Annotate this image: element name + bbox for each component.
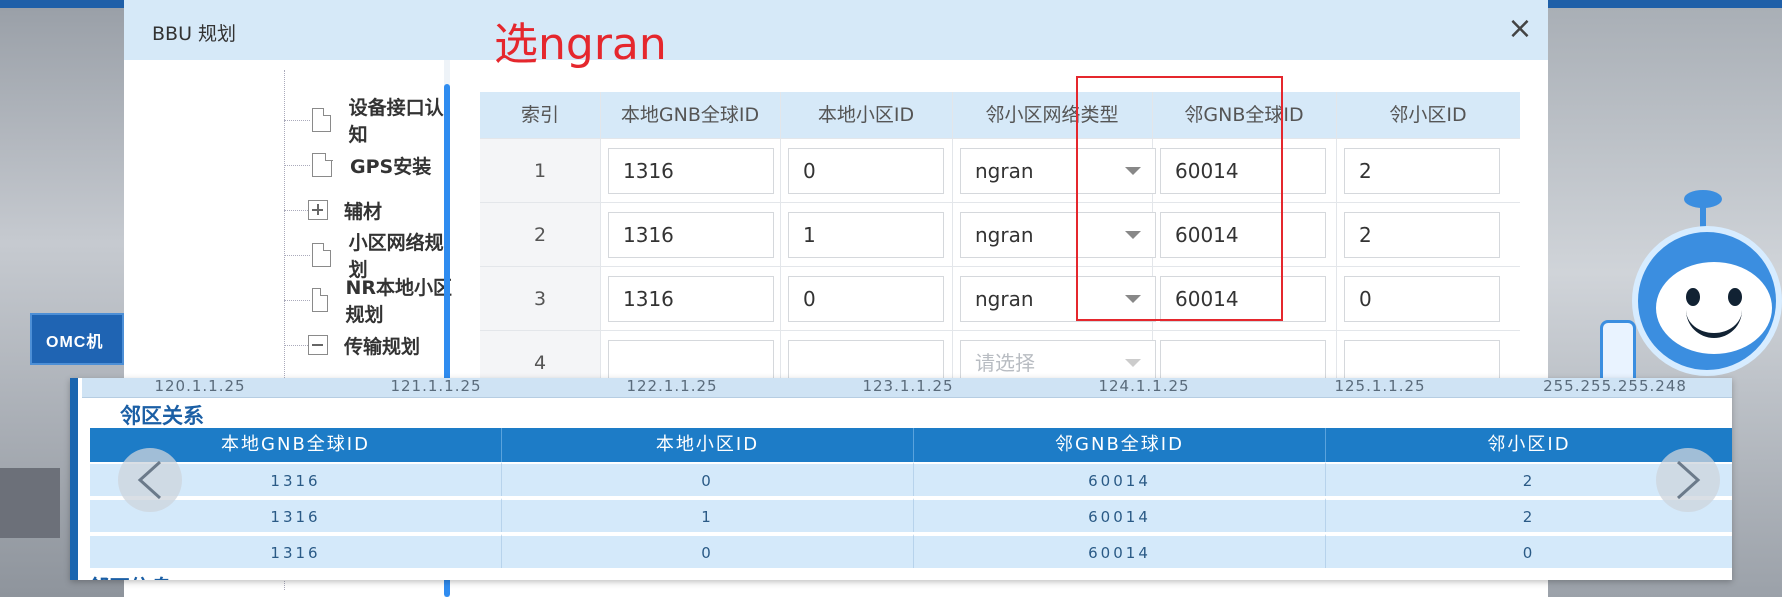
close-button[interactable]: × <box>1506 14 1534 44</box>
local-cell-input[interactable]: 0 <box>788 276 944 322</box>
table-cell: 1 <box>502 498 914 532</box>
tree-item-cell-network[interactable]: 小区网络规划 <box>312 232 454 281</box>
mascot-eye <box>1728 288 1742 306</box>
table-row: 2 1316 1 ngran 60014 2 <box>480 202 1520 267</box>
document-icon <box>312 287 328 312</box>
tree-item-nr-local-cell[interactable]: NR本地小区规划 <box>312 277 454 326</box>
local-gnb-input[interactable]: 1316 <box>608 148 774 194</box>
local-gnb-input[interactable]: 1316 <box>608 212 774 258</box>
column-header: 本地小区ID <box>817 104 915 126</box>
ip-cell: 255.255.255.248 <box>1543 378 1687 395</box>
column-header: 邻GNB全球ID <box>914 428 1326 462</box>
table-cell: 1316 <box>90 534 502 568</box>
tree-connector <box>284 120 310 121</box>
select-value: ngran <box>975 159 1034 183</box>
section-title-partial: 邻区信息 <box>88 572 172 580</box>
equipment-rack <box>0 468 60 538</box>
collapse-icon[interactable] <box>308 335 328 355</box>
table-cell: 0 <box>1326 534 1732 568</box>
ip-cell: 121.1.1.25 <box>390 378 482 395</box>
ip-address-row: 120.1.1.25 121.1.1.25 122.1.1.25 123.1.1… <box>82 378 1732 398</box>
table-cell: 0 <box>502 462 914 496</box>
dialog-title: BBU 规划 <box>152 23 237 45</box>
ip-cell: 120.1.1.25 <box>154 378 246 395</box>
column-header: 索引 <box>520 104 559 126</box>
chevron-down-icon <box>1125 359 1141 367</box>
prev-slide-button[interactable] <box>118 448 182 512</box>
tree-connector <box>284 300 310 301</box>
select-value: ngran <box>975 223 1034 247</box>
chevron-right-icon <box>1676 460 1701 500</box>
table-row: 3 1316 0 ngran 60014 0 <box>480 266 1520 331</box>
tree-item-gps[interactable]: GPS安装 <box>312 149 431 181</box>
local-cell-input[interactable]: 1 <box>788 212 944 258</box>
annotation-highlight-box <box>1076 76 1283 321</box>
tree-item-label: 辅材 <box>344 200 383 223</box>
tree-item-label: NR本地小区规划 <box>345 277 453 326</box>
row-index: 3 <box>480 267 600 331</box>
tree-item-label: GPS安装 <box>350 155 432 178</box>
ip-cell: 123.1.1.25 <box>862 378 954 395</box>
neighbor-cell-input[interactable]: 2 <box>1344 148 1500 194</box>
local-gnb-input[interactable]: 1316 <box>608 276 774 322</box>
local-cell-input[interactable]: 0 <box>788 148 944 194</box>
neighbor-cell-input[interactable]: 0 <box>1344 276 1500 322</box>
mascot-mouth <box>1686 308 1742 338</box>
select-value: ngran <box>975 287 1034 311</box>
tree-connector <box>284 165 310 166</box>
tree-connector <box>284 210 310 211</box>
grid-header: 索引 本地GNB全球ID 本地小区ID 邻小区网络类型 邻GNB全球ID 邻小区… <box>480 92 1520 138</box>
row-index: 2 <box>480 203 600 267</box>
document-icon <box>312 152 333 177</box>
mascot-eye <box>1686 288 1700 306</box>
tree-item-device-interface[interactable]: 设备接口认知 <box>312 97 454 146</box>
omc-sign: OMC机 <box>30 313 124 365</box>
row-index: 1 <box>480 139 600 203</box>
table-cell: 60014 <box>914 498 1326 532</box>
expand-icon[interactable] <box>308 200 328 220</box>
table-cell: 0 <box>502 534 914 568</box>
table-row: 1 1316 0 ngran 60014 2 <box>480 138 1520 203</box>
neighbor-relation-slide: 120.1.1.25 121.1.1.25 122.1.1.25 123.1.1… <box>70 378 1732 580</box>
tree-item-transport[interactable]: 传输规划 <box>308 329 420 361</box>
mascot-face <box>1656 262 1772 354</box>
chevron-left-icon <box>137 460 162 500</box>
tree-item-label: 设备接口认知 <box>348 97 444 146</box>
ip-cell: 122.1.1.25 <box>626 378 718 395</box>
tree-connector <box>284 345 310 346</box>
document-icon <box>312 107 331 132</box>
dialog-header: BBU 规划 × <box>124 0 1548 60</box>
next-slide-button[interactable] <box>1656 448 1720 512</box>
mascot-icon <box>1632 226 1782 376</box>
ip-cell: 124.1.1.25 <box>1098 378 1190 395</box>
column-header: 邻小区ID <box>1389 104 1467 126</box>
table-cell: 60014 <box>914 534 1326 568</box>
panel-accent-stripe <box>70 378 78 580</box>
tree-connector <box>284 255 310 256</box>
section-title: 邻区关系 <box>120 404 204 428</box>
select-placeholder: 请选择 <box>975 351 1035 375</box>
tree-item-accessories[interactable]: 辅材 <box>308 194 382 226</box>
column-header: 本地小区ID <box>502 428 914 462</box>
ip-cell: 125.1.1.25 <box>1334 378 1426 395</box>
neighbor-cell-input[interactable]: 2 <box>1344 212 1500 258</box>
annotation-text: 选ngran <box>494 19 667 70</box>
column-header: 本地GNB全球ID <box>620 104 760 126</box>
tree-item-label: 传输规划 <box>344 335 421 358</box>
document-icon <box>312 242 331 267</box>
table-cell: 60014 <box>914 462 1326 496</box>
